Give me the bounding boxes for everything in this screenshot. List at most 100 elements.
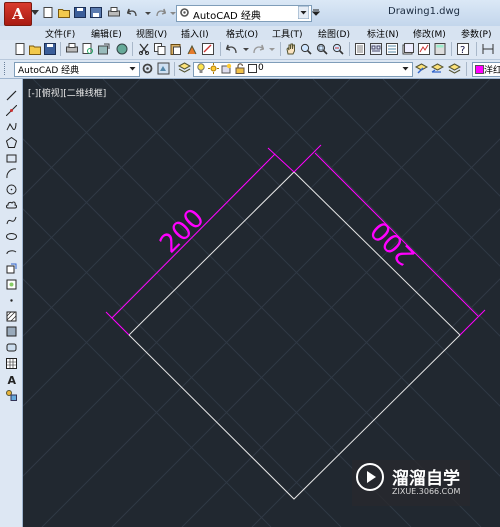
dimension-left-text: 200 [154, 203, 210, 259]
toolbar-separator [220, 42, 221, 56]
gear-icon [180, 8, 189, 17]
properties-icon[interactable] [354, 43, 366, 55]
svg-text:A: A [8, 374, 17, 385]
undo-icon[interactable] [127, 7, 139, 18]
pan-hand-icon[interactable] [285, 43, 297, 55]
toolbar-separator [466, 62, 467, 76]
svg-text:?: ? [460, 45, 465, 55]
menu-draw[interactable]: 绘图(D) [318, 27, 350, 40]
point-icon[interactable] [6, 295, 17, 306]
layer-on-bulb-icon[interactable] [196, 63, 206, 74]
ellipse-icon[interactable] [6, 231, 17, 242]
ellipse-arc-icon[interactable] [6, 247, 17, 258]
plot-preview-icon[interactable] [82, 43, 94, 55]
layer-viewport-freeze-icon[interactable] [221, 63, 232, 74]
3d-dwf-icon[interactable] [116, 43, 128, 55]
save-icon[interactable] [44, 43, 56, 55]
zoom-window-icon[interactable] [316, 43, 328, 55]
hatch-icon[interactable] [6, 311, 17, 322]
layer-properties-manager-icon[interactable] [178, 62, 191, 75]
markup-set-manager-icon[interactable] [418, 43, 430, 55]
make-block-icon[interactable] [6, 279, 17, 290]
open-folder-icon[interactable] [58, 7, 70, 18]
zoom-previous-icon[interactable] [332, 43, 344, 55]
toolbar-grip[interactable] [4, 62, 8, 75]
viewport-controls-label[interactable]: [-][俯视][二维线框] [28, 86, 106, 99]
design-center-icon[interactable] [370, 43, 382, 55]
color-control-value: 洋红 [484, 66, 500, 76]
toolbar-separator [451, 42, 452, 56]
menu-dimension[interactable]: 标注(N) [367, 27, 399, 40]
print-icon[interactable] [108, 7, 120, 18]
multiline-text-icon[interactable]: A [6, 374, 17, 385]
chevron-down-icon[interactable] [401, 63, 410, 74]
insert-block-icon[interactable] [6, 263, 17, 274]
layer-thaw-sun-icon[interactable] [208, 63, 219, 74]
menu-view[interactable]: 视图(V) [136, 27, 167, 40]
workspace-settings-gear-icon[interactable] [141, 62, 154, 75]
redo-dropdown-icon[interactable] [266, 43, 278, 55]
my-workspace-icon[interactable] [157, 62, 170, 75]
toolbar-separator [349, 42, 350, 56]
zoom-realtime-icon[interactable] [300, 43, 312, 55]
watermark-title: 溜溜自学 [392, 469, 460, 489]
menu-format[interactable]: 格式(O) [226, 27, 258, 40]
chevron-down-icon[interactable] [128, 63, 137, 74]
undo-dropdown-icon[interactable] [240, 43, 252, 55]
layer-previous-icon[interactable] [431, 62, 444, 75]
publish-icon[interactable] [98, 43, 110, 55]
region-icon[interactable] [6, 342, 17, 353]
open-icon[interactable] [29, 43, 41, 55]
spline-icon[interactable] [6, 215, 17, 226]
add-selected-icon[interactable] [6, 390, 17, 401]
match-properties-icon[interactable] [186, 43, 198, 55]
menu-file[interactable]: 文件(F) [45, 27, 75, 40]
gradient-icon[interactable] [6, 326, 17, 337]
save-as-icon[interactable] [90, 7, 102, 18]
revision-cloud-icon[interactable] [6, 200, 17, 211]
copy-icon[interactable] [154, 43, 166, 55]
menu-parameters[interactable]: 参数(P) [461, 27, 491, 40]
new-icon[interactable] [14, 43, 26, 55]
dimension-linear-icon[interactable] [482, 43, 494, 55]
quickcalc-icon[interactable] [434, 43, 446, 55]
workspace-style-value: AutoCAD 经典 [18, 66, 80, 76]
tool-palettes-icon[interactable] [386, 43, 398, 55]
dimension-right-text: 200 [365, 214, 421, 270]
paste-icon[interactable] [170, 43, 182, 55]
cut-icon[interactable] [138, 43, 150, 55]
arc-icon[interactable] [6, 168, 17, 179]
layer-color-swatch [248, 64, 257, 73]
rectangle-icon[interactable] [6, 153, 17, 164]
new-file-icon[interactable] [42, 7, 54, 18]
block-editor-icon[interactable] [202, 43, 214, 55]
sheet-set-manager-icon[interactable] [402, 43, 414, 55]
layer-unlock-icon[interactable] [235, 63, 245, 74]
polygon-icon[interactable] [6, 137, 17, 148]
application-menu-button[interactable]: A [4, 2, 32, 26]
menu-edit[interactable]: 编辑(E) [91, 27, 122, 40]
layer-state-manager-icon[interactable] [448, 62, 461, 75]
help-icon[interactable]: ? [457, 43, 469, 55]
menu-insert[interactable]: 插入(I) [181, 27, 209, 40]
toolbar-separator [132, 42, 133, 56]
make-object-layer-current-icon[interactable] [415, 62, 428, 75]
save-icon[interactable] [74, 7, 86, 18]
redo-icon[interactable] [154, 7, 166, 18]
redo-icon[interactable] [252, 43, 264, 55]
plot-icon[interactable] [66, 43, 78, 55]
menu-tools[interactable]: 工具(T) [272, 27, 303, 40]
menu-modify[interactable]: 修改(M) [413, 27, 446, 40]
toolbar-separator [280, 42, 281, 56]
chevron-down-icon[interactable] [298, 6, 309, 19]
layer-name: 0 [258, 63, 264, 73]
line-icon[interactable] [6, 90, 17, 101]
circle-icon[interactable] [6, 184, 17, 195]
undo-dropdown-icon[interactable] [142, 7, 154, 18]
construction-line-icon[interactable] [6, 105, 17, 116]
undo-icon[interactable] [226, 43, 238, 55]
polyline-icon[interactable] [6, 121, 17, 132]
table-icon[interactable] [6, 358, 17, 369]
application-menu-dropdown-icon[interactable] [31, 10, 39, 15]
customize-quick-access-icon[interactable] [312, 7, 320, 18]
